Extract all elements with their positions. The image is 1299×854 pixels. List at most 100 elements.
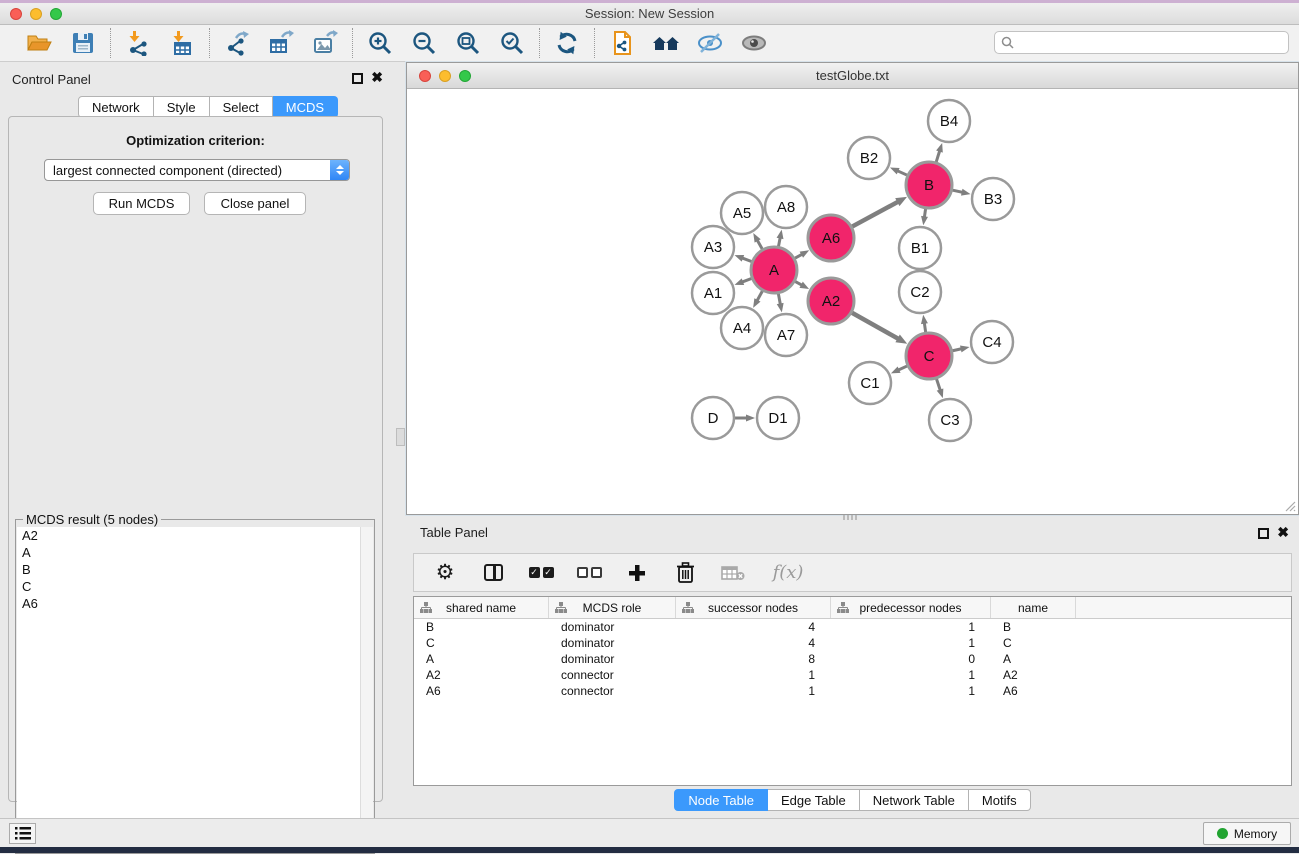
close-panel-button[interactable]: Close panel (204, 192, 306, 215)
tab-select[interactable]: Select (210, 96, 273, 118)
zoom-fit-icon[interactable] (453, 28, 483, 58)
tab-motifs[interactable]: Motifs (969, 789, 1031, 811)
table-cell[interactable]: 1 (831, 636, 991, 650)
table-cell[interactable]: 1 (831, 620, 991, 634)
table-cell[interactable]: 1 (676, 684, 831, 698)
table-row[interactable]: Bdominator41B (414, 619, 1291, 635)
tab-network-table[interactable]: Network Table (860, 789, 969, 811)
table-cell[interactable]: C (991, 636, 1076, 650)
table-cell[interactable]: 4 (676, 620, 831, 634)
zoom-out-icon[interactable] (409, 28, 439, 58)
float-panel-icon[interactable] (352, 73, 363, 84)
table-cell[interactable]: 1 (831, 684, 991, 698)
result-item[interactable]: B (17, 561, 373, 578)
tab-network[interactable]: Network (78, 96, 154, 118)
table-cell[interactable]: 8 (676, 652, 831, 666)
import-network-icon[interactable] (123, 28, 153, 58)
close-window-button[interactable] (10, 8, 22, 20)
table-row[interactable]: A6connector11A6 (414, 683, 1291, 699)
select-all-icon[interactable]: ✓✓ (528, 560, 554, 586)
result-item[interactable]: A6 (17, 595, 373, 612)
network-maximize-button[interactable] (459, 70, 471, 82)
close-table-panel-icon[interactable]: ✖ (1277, 527, 1289, 538)
table-cell[interactable]: A2 (414, 668, 549, 682)
table-cell[interactable]: A (991, 652, 1076, 666)
open-file-icon[interactable] (24, 28, 54, 58)
result-item[interactable]: A2 (17, 527, 373, 544)
criterion-dropdown[interactable]: largest connected component (directed) (44, 159, 350, 181)
edge-A2-C[interactable] (851, 312, 899, 339)
node-label-A1: A1 (704, 285, 722, 302)
edge-B-B4[interactable] (936, 150, 940, 163)
table-cell[interactable]: dominator (549, 652, 676, 666)
table-cell[interactable]: A2 (991, 668, 1076, 682)
split-panel-icon[interactable] (480, 560, 506, 586)
search-input[interactable] (1019, 36, 1288, 50)
float-table-panel-icon[interactable] (1258, 528, 1269, 539)
table-cell[interactable]: A (414, 652, 549, 666)
result-item[interactable]: A (17, 544, 373, 561)
edge-A6-B[interactable] (851, 201, 899, 227)
zoom-in-icon[interactable] (365, 28, 395, 58)
table-cell[interactable]: B (991, 620, 1076, 634)
column-header-predecessor-nodes[interactable]: predecessor nodes (831, 597, 991, 618)
table-cell[interactable]: dominator (549, 620, 676, 634)
table-cell[interactable]: 1 (831, 668, 991, 682)
import-table-icon[interactable] (167, 28, 197, 58)
zoom-selected-icon[interactable] (497, 28, 527, 58)
vertical-splitter-handle[interactable] (396, 428, 405, 446)
column-header-successor-nodes[interactable]: successor nodes (676, 597, 831, 618)
network-graph-canvas[interactable]: AA1A2A3A4A5A6A7A8BB1B2B3B4CC1C2C3C4DD1 (408, 89, 1297, 514)
open-network-document-icon[interactable] (607, 28, 637, 58)
tab-node-table[interactable]: Node Table (674, 789, 768, 811)
table-cell[interactable]: connector (549, 684, 676, 698)
settings-gear-icon[interactable]: ⚙ (432, 560, 458, 586)
column-header-shared-name[interactable]: shared name (414, 597, 549, 618)
panel-list-button[interactable] (9, 823, 36, 844)
tab-edge-table[interactable]: Edge Table (768, 789, 860, 811)
delete-column-trash-icon[interactable] (672, 560, 698, 586)
table-panel-title: Table Panel (420, 525, 488, 540)
minimize-window-button[interactable] (30, 8, 42, 20)
result-item[interactable]: C (17, 578, 373, 595)
network-close-button[interactable] (419, 70, 431, 82)
table-row[interactable]: Adominator80A (414, 651, 1291, 667)
refresh-layout-icon[interactable] (552, 28, 582, 58)
column-header-MCDS-role[interactable]: MCDS role (549, 597, 676, 618)
table-cell[interactable]: 1 (676, 668, 831, 682)
table-cell[interactable]: A6 (414, 684, 549, 698)
save-session-icon[interactable] (68, 28, 98, 58)
table-cell[interactable]: 0 (831, 652, 991, 666)
tab-mcds[interactable]: MCDS (273, 96, 338, 118)
maximize-window-button[interactable] (50, 8, 62, 20)
table-row[interactable]: A2connector11A2 (414, 667, 1291, 683)
export-image-icon[interactable] (310, 28, 340, 58)
show-all-eye-icon[interactable] (739, 28, 769, 58)
table-cell[interactable]: A6 (991, 684, 1076, 698)
table-cell[interactable]: connector (549, 668, 676, 682)
deselect-all-icon[interactable] (576, 560, 602, 586)
network-minimize-button[interactable] (439, 70, 451, 82)
export-network-icon[interactable] (222, 28, 252, 58)
hide-unselected-eye-icon[interactable] (695, 28, 725, 58)
tab-style[interactable]: Style (154, 96, 210, 118)
column-header-name[interactable]: name (991, 597, 1076, 618)
run-mcds-button[interactable]: Run MCDS (93, 192, 190, 215)
table-row[interactable]: Cdominator41C (414, 635, 1291, 651)
memory-button[interactable]: Memory (1203, 822, 1291, 845)
mcds-result-list[interactable]: A2ABCA6 (17, 527, 373, 852)
edge-C-C3[interactable] (936, 378, 940, 392)
search-field[interactable] (994, 31, 1289, 54)
result-scrollbar[interactable] (360, 527, 373, 852)
status-bar: Memory (0, 818, 1299, 847)
add-column-icon[interactable] (624, 560, 650, 586)
table-cell[interactable]: B (414, 620, 549, 634)
resize-grip-icon[interactable] (1282, 498, 1296, 512)
network-window-titlebar[interactable]: testGlobe.txt (407, 63, 1298, 89)
export-table-icon[interactable] (266, 28, 296, 58)
close-panel-icon[interactable]: ✖ (371, 72, 383, 83)
table-cell[interactable]: dominator (549, 636, 676, 650)
table-cell[interactable]: C (414, 636, 549, 650)
table-cell[interactable]: 4 (676, 636, 831, 650)
home-overview-icon[interactable] (651, 28, 681, 58)
